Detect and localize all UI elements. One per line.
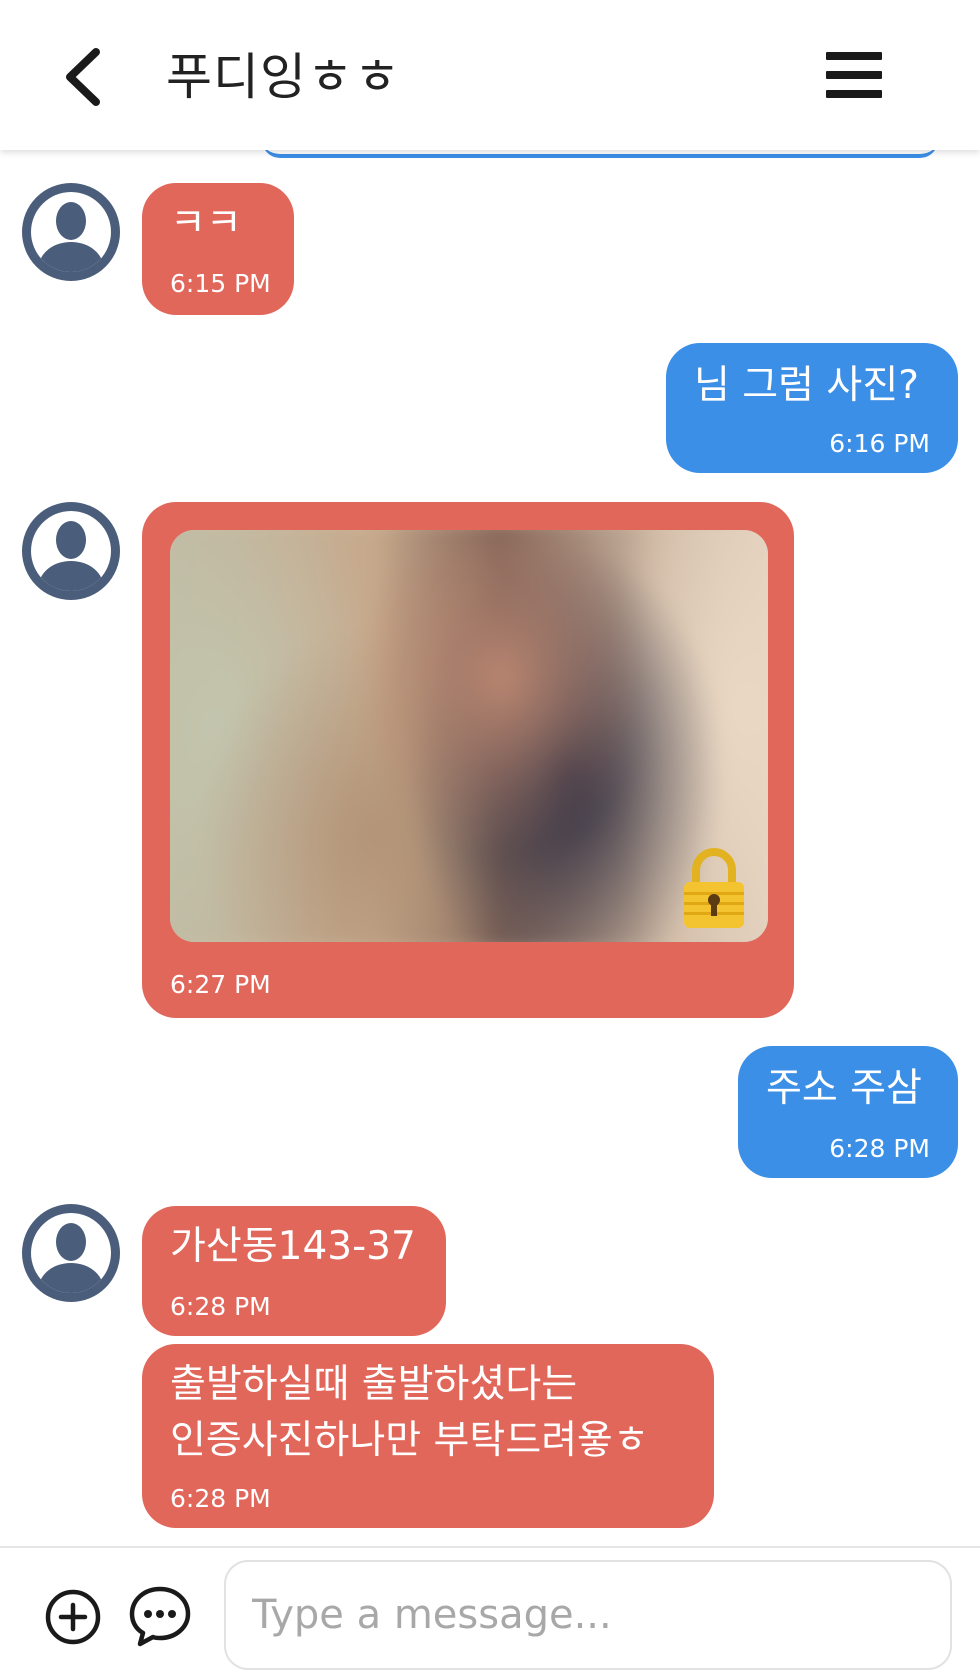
- avatar[interactable]: [22, 183, 120, 281]
- message-text: ㅋㅋ: [170, 201, 242, 246]
- message-time: 6:28 PM: [829, 1134, 930, 1163]
- menu-button[interactable]: [826, 52, 882, 98]
- chat-screen: 푸디잉ㅎㅎ ㅋㅋ 6:15 PM 님 그럼 사진? 6:16 PM 6:27 P…: [0, 0, 980, 1676]
- avatar[interactable]: [22, 1204, 120, 1302]
- lock-icon: [684, 848, 744, 928]
- message-text: 주소 주삼: [766, 1066, 922, 1111]
- message-bubble-incoming[interactable]: 가산동143-37 6:28 PM: [142, 1206, 446, 1336]
- message-text-line-1: 출발하실때 출발하셨다는: [170, 1362, 578, 1407]
- message-time: 6:15 PM: [170, 269, 271, 298]
- message-text: 님 그럼 사진?: [694, 363, 919, 408]
- quick-reply-button[interactable]: [128, 1584, 192, 1648]
- message-bubble-incoming[interactable]: 출발하실때 출발하셨다는 인증사진하나만 부탁드려욯ㅎ 6:28 PM: [142, 1344, 714, 1528]
- user-silhouette-icon: [56, 202, 86, 240]
- user-silhouette-icon: [56, 1223, 86, 1261]
- chat-bubble-icon: [129, 1586, 191, 1647]
- message-bubble-outgoing[interactable]: 님 그럼 사진? 6:16 PM: [666, 343, 958, 473]
- message-text: 가산동143-37: [170, 1224, 416, 1269]
- message-text-line-2: 인증사진하나만 부탁드려욯ㅎ: [170, 1418, 649, 1463]
- blurred-image: [170, 530, 768, 942]
- chat-header: 푸디잉ㅎㅎ: [0, 0, 980, 150]
- locked-photo[interactable]: [170, 530, 768, 942]
- user-silhouette-icon: [56, 521, 86, 559]
- message-time: 6:27 PM: [170, 970, 271, 999]
- plus-circle-icon: [45, 1589, 101, 1645]
- message-bubble-outgoing[interactable]: 주소 주삼 6:28 PM: [738, 1046, 958, 1178]
- hamburger-menu-icon: [826, 52, 882, 60]
- message-bubble-incoming[interactable]: ㅋㅋ 6:15 PM: [142, 183, 294, 315]
- message-time: 6:28 PM: [170, 1484, 271, 1513]
- chat-title: 푸디잉ㅎㅎ: [166, 48, 401, 106]
- message-time: 6:28 PM: [170, 1292, 271, 1321]
- message-time: 6:16 PM: [829, 429, 930, 458]
- message-bubble-incoming-photo[interactable]: 6:27 PM: [142, 502, 794, 1018]
- message-composer: [0, 1546, 980, 1676]
- add-attachment-button[interactable]: [44, 1588, 102, 1646]
- message-input[interactable]: [224, 1560, 952, 1670]
- back-button[interactable]: [58, 42, 118, 112]
- chevron-left-icon: [66, 48, 100, 106]
- avatar[interactable]: [22, 502, 120, 600]
